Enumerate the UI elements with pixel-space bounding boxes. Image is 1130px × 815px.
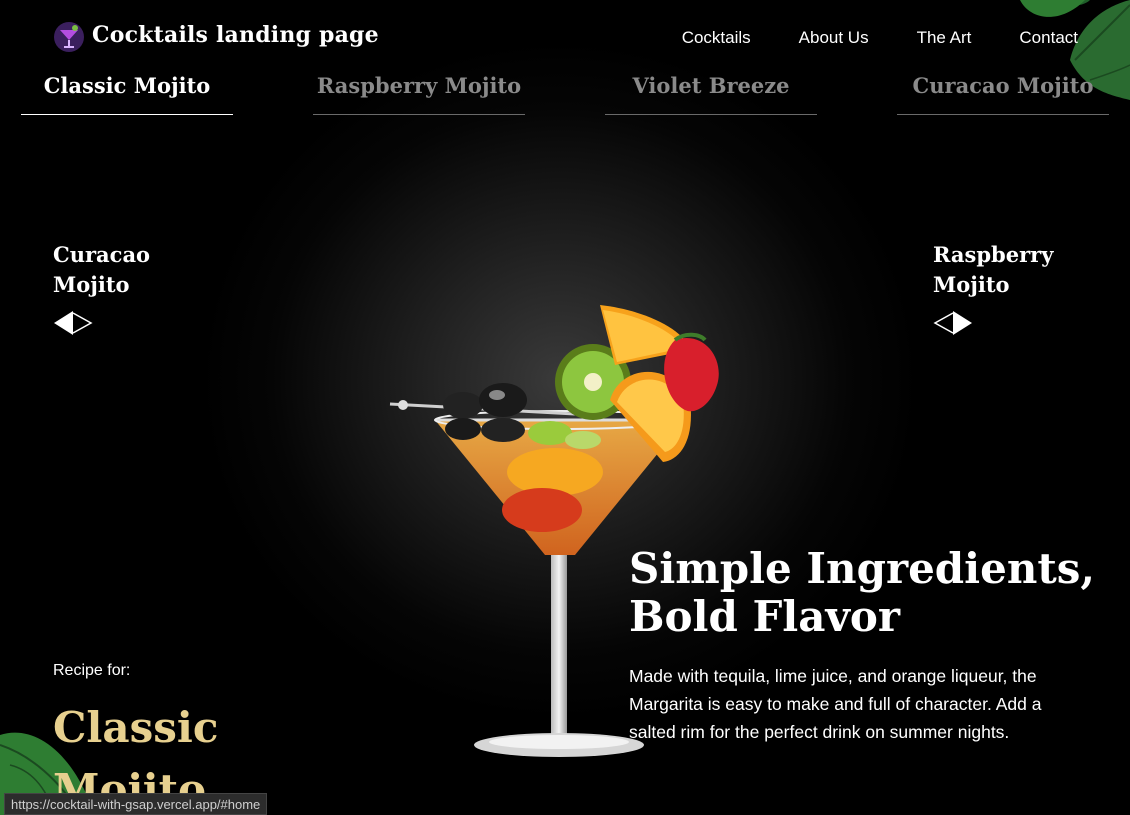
arrow-right-icon[interactable] [933, 310, 973, 336]
arrow-left-icon[interactable] [53, 310, 93, 336]
main-nav: Cocktails About Us The Art Contact [682, 28, 1078, 48]
nav-link-contact[interactable]: Contact [1019, 28, 1078, 48]
tab-raspberry-mojito[interactable]: Raspberry Mojito [313, 68, 525, 115]
status-bar-url: https://cocktail-with-gsap.vercel.app/#h… [4, 793, 268, 815]
prev-cocktail-button[interactable]: Curacao Mojito [53, 240, 203, 336]
hero-headline-line2: Bold Flavor [629, 592, 900, 641]
hero-headline-line1: Simple Ingredients, [629, 544, 1096, 593]
logo-text[interactable]: Cocktails landing page [92, 22, 379, 48]
cocktail-logo-icon[interactable] [54, 22, 84, 52]
hero-headline: Simple Ingredients, Bold Flavor [629, 545, 1099, 641]
next-cocktail-button[interactable]: Raspberry Mojito [933, 240, 1083, 336]
nav-link-the-art[interactable]: The Art [917, 28, 972, 48]
tab-violet-breeze[interactable]: Violet Breeze [605, 68, 817, 115]
tab-classic-mojito[interactable]: Classic Mojito [21, 68, 233, 115]
next-cocktail-label: Raspberry Mojito [933, 242, 1054, 297]
cocktail-tabs: Classic Mojito Raspberry Mojito Violet B… [21, 68, 1109, 116]
nav-link-about-us[interactable]: About Us [799, 28, 869, 48]
recipe-label: Recipe for: [53, 662, 131, 679]
prev-cocktail-label: Curacao Mojito [53, 242, 151, 297]
hero-description: Made with tequila, lime juice, and orang… [629, 666, 1042, 742]
site-header: Cocktails landing page Cocktails About U… [0, 0, 1130, 70]
tab-curacao-mojito[interactable]: Curacao Mojito [897, 68, 1109, 115]
nav-link-cocktails[interactable]: Cocktails [682, 28, 751, 48]
